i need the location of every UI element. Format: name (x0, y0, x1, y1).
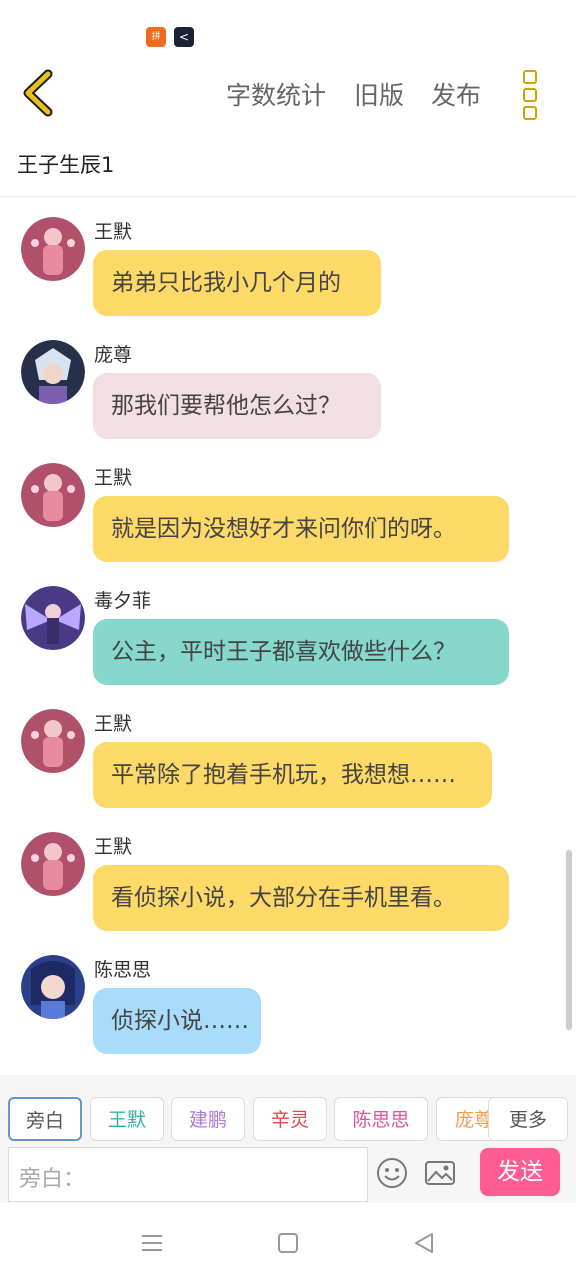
message-bubble[interactable]: 平常除了抱着手机玩，我想想…… (93, 742, 492, 808)
avatar[interactable] (21, 709, 85, 773)
back-button[interactable] (16, 68, 66, 118)
image-button[interactable] (424, 1157, 456, 1189)
publish-button[interactable]: 发布 (431, 76, 481, 112)
home-square-icon (278, 1233, 298, 1253)
emoji-icon (377, 1158, 407, 1188)
role-chip-label: 旁白 (25, 1110, 64, 1132)
system-nav-bar (0, 1203, 576, 1280)
sender-name: 王默 (94, 221, 133, 243)
chat-list[interactable]: 王默 弟弟只比我小几个月的 庞尊 那我们要帮他怎么过？ 王默 就是因为没想好才来… (0, 197, 576, 1075)
chat-message: 毒夕菲 公主，平时王子都喜欢做些什么？ (0, 566, 576, 689)
chevron-left-icon (23, 69, 53, 117)
back-triangle-icon (415, 1233, 433, 1253)
menu-icon (142, 1235, 162, 1251)
avatar[interactable] (21, 463, 85, 527)
message-bubble[interactable]: 就是因为没想好才来问你们的呀。 (93, 496, 509, 562)
message-bubble[interactable]: 那我们要帮他怎么过？ (93, 373, 381, 439)
composer-panel: 旁白 王默 建鹏 辛灵 陈思思 庞尊 更多 旁白： 发送 (0, 1075, 576, 1203)
vertical-dots-icon (523, 70, 537, 84)
message-bubble[interactable]: 弟弟只比我小几个月的 (93, 250, 381, 316)
sender-name: 王默 (94, 713, 133, 735)
avatar[interactable] (21, 217, 85, 281)
send-button[interactable]: 发送 (480, 1148, 560, 1196)
avatar[interactable] (21, 832, 85, 896)
avatar[interactable] (21, 340, 85, 404)
role-chip-chensisi[interactable]: 陈思思 (334, 1097, 428, 1141)
top-toolbar: 字数统计 旧版 发布 (0, 60, 576, 130)
sender-name: 王默 (94, 836, 133, 858)
chapter-title-bar: 王子生辰1 (0, 130, 576, 197)
image-icon (425, 1161, 455, 1185)
chat-scrollbar[interactable] (566, 850, 572, 1030)
role-chip-narrator[interactable]: 旁白 (8, 1097, 82, 1141)
more-menu-button[interactable] (518, 70, 542, 120)
role-chip-label: 王默 (107, 1109, 146, 1131)
sender-name: 王默 (94, 467, 133, 489)
chapter-title[interactable]: 王子生辰1 (17, 149, 114, 179)
input-placeholder: 旁白： (19, 1167, 86, 1192)
sender-name: 毒夕菲 (94, 590, 152, 612)
avatar[interactable] (21, 586, 85, 650)
role-chip-pangzun[interactable]: 庞尊 (436, 1097, 496, 1141)
role-chip-xinling[interactable]: 辛灵 (253, 1097, 327, 1141)
emoji-button[interactable] (376, 1157, 408, 1189)
role-chip-label: 陈思思 (352, 1109, 410, 1131)
role-chip-label: 辛灵 (270, 1109, 309, 1131)
chat-message: 王默 平常除了抱着手机玩，我想想…… (0, 689, 576, 812)
message-bubble[interactable]: 侦探小说…… (93, 988, 261, 1054)
chat-message: 陈思思 侦探小说…… (0, 935, 576, 1058)
sender-name: 庞尊 (94, 344, 133, 366)
message-input[interactable]: 旁白： (8, 1147, 368, 1202)
chat-message: 庞尊 那我们要帮他怎么过？ (0, 320, 576, 443)
back-chevron-app-icon: < (174, 27, 194, 47)
nav-back-button[interactable] (412, 1231, 436, 1255)
chat-message: 王默 看侦探小说，大部分在手机里看。 (0, 812, 576, 935)
chat-message: 王默 就是因为没想好才来问你们的呀。 (0, 443, 576, 566)
menu-button[interactable] (140, 1231, 164, 1255)
message-bubble[interactable]: 公主，平时王子都喜欢做些什么？ (93, 619, 509, 685)
role-chip-label: 建鹏 (188, 1109, 227, 1131)
home-button[interactable] (276, 1231, 300, 1255)
avatar[interactable] (21, 955, 85, 1019)
role-chip-jianpeng[interactable]: 建鹏 (171, 1097, 245, 1141)
more-roles-button[interactable]: 更多 (488, 1097, 568, 1141)
role-chip-wangmo[interactable]: 王默 (90, 1097, 164, 1141)
message-bubble[interactable]: 看侦探小说，大部分在手机里看。 (93, 865, 509, 931)
word-count-button[interactable]: 字数统计 (226, 76, 326, 112)
old-version-button[interactable]: 旧版 (354, 76, 404, 112)
pdd-app-icon: 拼 (146, 27, 166, 47)
chat-message: 王默 弟弟只比我小几个月的 (0, 197, 576, 320)
status-bar: 拼 < (0, 0, 576, 60)
sender-name: 陈思思 (94, 959, 152, 981)
